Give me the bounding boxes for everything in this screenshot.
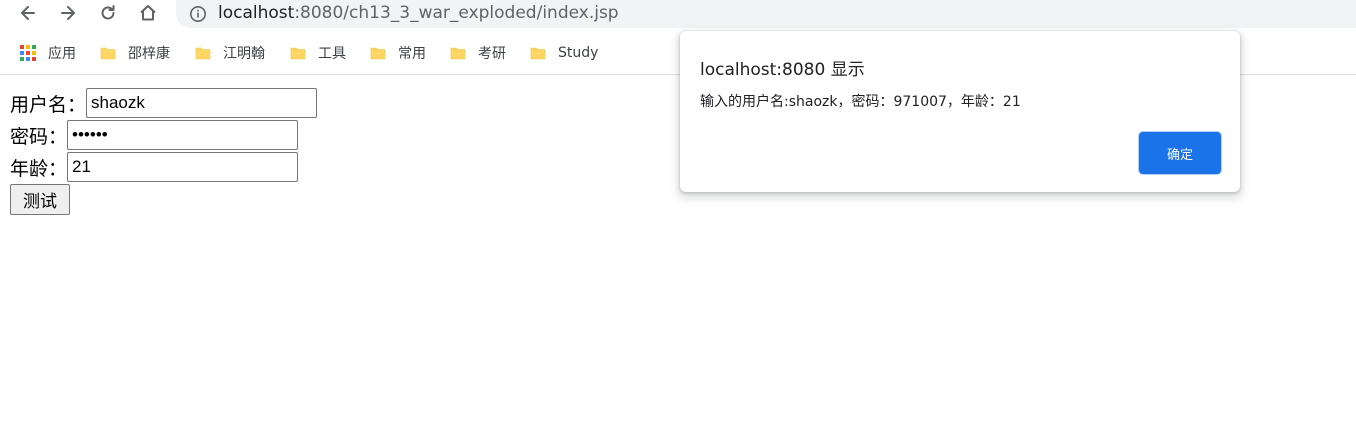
folder-icon xyxy=(195,47,211,60)
browser-toolbar: localhost:8080/ch13_3_war_exploded/index… xyxy=(0,0,1356,30)
password-input[interactable] xyxy=(67,120,299,150)
url-text[interactable]: localhost:8080/ch13_3_war_exploded/index… xyxy=(218,3,619,23)
password-label: 密码： xyxy=(10,125,68,148)
alert-dialog: localhost:8080 显示 输入的用户名:shaozk，密码：97100… xyxy=(680,31,1240,192)
bookmark-apps[interactable]: 应用 xyxy=(20,42,76,64)
bookmark-folder-5[interactable]: 考研 xyxy=(450,42,506,64)
reload-icon xyxy=(101,5,115,20)
folder-icon xyxy=(370,47,386,60)
forward-arrow-icon xyxy=(61,6,75,20)
home-button[interactable] xyxy=(133,0,163,26)
bookmark-folder-1[interactable]: 邵梓康 xyxy=(100,42,170,64)
bookmark-label: 邵梓康 xyxy=(128,46,170,62)
username-label: 用户名： xyxy=(10,93,87,116)
bookmark-label: 江明翰 xyxy=(223,46,265,62)
apps-grid-icon xyxy=(20,45,36,61)
username-input[interactable] xyxy=(86,88,318,118)
bookmark-label: 应用 xyxy=(48,46,76,62)
folder-icon xyxy=(290,47,306,60)
home-icon xyxy=(140,5,156,21)
age-label: 年龄： xyxy=(10,157,68,180)
bookmark-folder-6[interactable]: Study xyxy=(530,42,598,64)
folder-icon xyxy=(450,47,466,60)
username-row: 用户名： xyxy=(10,88,318,118)
ok-button[interactable]: 确定 xyxy=(1139,132,1221,174)
bookmark-folder-3[interactable]: 工具 xyxy=(290,42,346,64)
info-icon[interactable] xyxy=(189,5,207,23)
dialog-title: localhost:8080 显示 xyxy=(700,60,865,80)
folder-icon xyxy=(100,47,116,60)
folder-icon xyxy=(530,47,546,60)
url-host: localhost xyxy=(218,3,295,23)
age-input[interactable] xyxy=(67,152,299,182)
age-row: 年龄： xyxy=(10,152,299,182)
bookmark-folder-2[interactable]: 江明翰 xyxy=(195,42,265,64)
bookmark-label: Study xyxy=(558,45,599,61)
bookmark-label: 常用 xyxy=(398,46,426,62)
password-row: 密码： xyxy=(10,120,299,150)
back-arrow-icon xyxy=(21,6,35,20)
bookmark-label: 工具 xyxy=(318,46,346,62)
forward-button[interactable] xyxy=(53,0,83,26)
url-path: :8080/ch13_3_war_exploded/index.jsp xyxy=(294,3,619,23)
bookmark-label: 考研 xyxy=(478,46,506,62)
dialog-message: 输入的用户名:shaozk，密码：971007，年龄：21 xyxy=(700,94,1021,110)
bookmark-folder-4[interactable]: 常用 xyxy=(370,42,426,64)
back-button[interactable] xyxy=(13,0,43,26)
submit-button[interactable]: 测试 xyxy=(10,184,70,215)
reload-button[interactable] xyxy=(93,0,123,26)
address-bar[interactable]: localhost:8080/ch13_3_war_exploded/index… xyxy=(176,0,1356,28)
